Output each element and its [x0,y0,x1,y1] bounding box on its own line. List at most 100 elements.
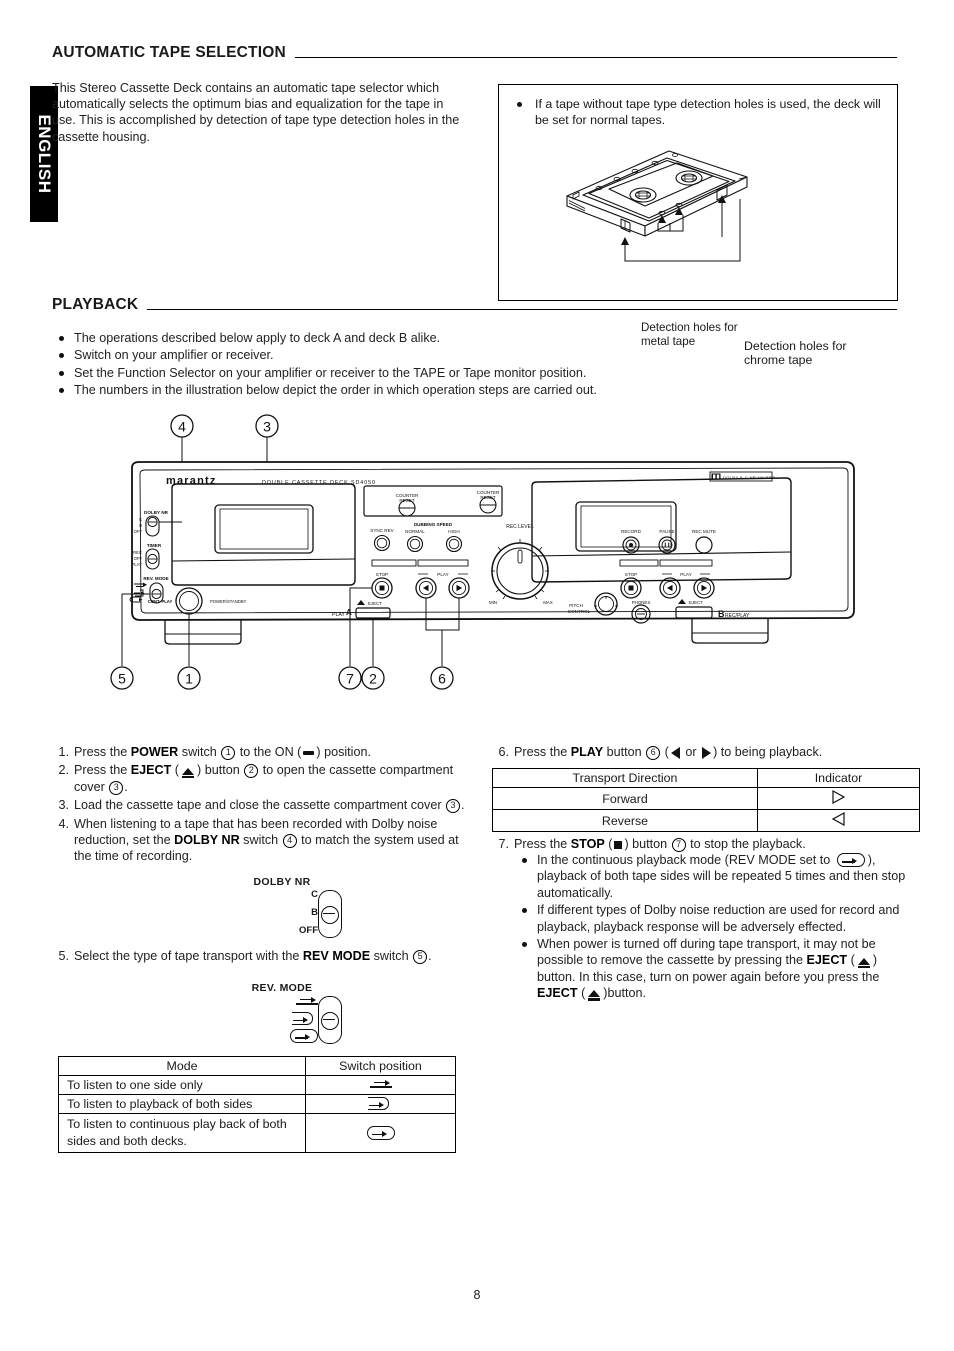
svg-text:PAUSE: PAUSE [659,529,674,534]
step-text: switch [370,949,413,963]
svg-text:REC MUTE: REC MUTE [692,529,716,534]
step-emph: EJECT [130,763,172,778]
step-number: 5. [58,949,69,963]
mode-cell: To listen to one side only [58,1075,306,1095]
detection-holes-info-box: If a tape without tape type detection ho… [498,84,898,367]
step-text: to the ON ( [236,745,302,759]
step-6: 6. Press the PLAY button 6 ( or ) to bein… [492,744,912,760]
label-chrome-holes: Detection holes for chrome tape [744,339,847,367]
manual-page: ENGLISH AUTOMATIC TAPE SELECTION This St… [0,0,954,1351]
playback-steps-left: 1. Press the POWER switch 1 to the ON () … [52,744,472,867]
step-text: ( [171,763,179,778]
one-side-icon [296,996,318,1006]
stop-icon [614,840,623,849]
note-text: )button. [603,986,647,1001]
step-text: to stop the playback. [686,837,806,851]
step-text: button [603,745,646,759]
svg-text:3: 3 [263,419,271,435]
svg-text:MAX: MAX [543,600,553,605]
info-box-bullet: If a tape without tape type detection ho… [513,96,885,128]
switch-position-cell [305,1094,456,1114]
svg-text:B: B [139,523,142,528]
step-number: 7. [498,837,509,851]
svg-text:DUBBING SPEED: DUBBING SPEED [414,522,453,527]
step-5: 5. Select the type of tape transport with… [52,948,472,964]
step-text: Select the type of tape transport with t… [74,949,303,963]
svg-text:C: C [139,517,142,522]
note-text: ( [577,986,586,1001]
column-header: Transport Direction [492,768,758,788]
position-label: C [311,889,318,900]
rev-mode-positions [290,996,318,1043]
svg-text:PITCH: PITCH [569,603,583,608]
table-row: To listen to playback of both sides [58,1094,456,1114]
table-row: Reverse [492,809,920,832]
cassette-illustration [499,133,897,263]
svg-text:PLAY: PLAY [680,572,691,577]
step-1: 1. Press the POWER switch 1 to the ON () … [52,744,472,760]
playback-notes: In the continuous playback mode (REV MOD… [515,852,915,1003]
mode-cell: To listen to playback of both sides [58,1094,306,1114]
switch-knob [321,906,339,924]
list-item: The operations described below apply to … [52,330,672,346]
eject-icon [588,990,601,1001]
transport-direction-table: Transport Direction Indicator Forward Re… [492,768,920,832]
svg-text:1: 1 [185,671,193,687]
list-item: Set the Function Selector on your amplif… [52,365,672,381]
callout-ref: 5 [413,950,428,964]
continuous-icon [290,1029,318,1043]
callout-ref: 3 [109,780,124,795]
column-header: Mode [58,1056,306,1076]
svg-text:6: 6 [438,671,446,687]
list-item: In the continuous playback mode (REV MOD… [515,852,915,901]
step-text: ) button [197,763,244,778]
language-tab-label: ENGLISH [35,114,54,194]
list-item: When power is turned off during tape tra… [515,936,915,1002]
step-text: . [461,798,465,813]
svg-text:STOP: STOP [376,572,388,577]
svg-text:DOLBY NR: DOLBY NR [144,510,169,515]
table-row: To listen to one side only [58,1075,456,1095]
table-header-row: Transport Direction Indicator [492,768,920,788]
svg-text:REC: REC [133,550,142,555]
section-heading-playback: PLAYBACK [52,296,897,314]
step-number: 1. [58,745,69,759]
svg-text:CONTROL: CONTROL [568,609,591,614]
indicator-cell [757,809,920,832]
svg-text:HIGH: HIGH [448,529,459,534]
figure-caption: DOLBY NR [253,876,311,888]
heading-rule [294,57,897,58]
callout-ref: 2 [244,764,259,779]
step-emph: POWER [130,745,179,759]
step-emph: REV MODE [302,949,371,963]
step-text: Press the [74,745,131,759]
svg-text:REV. MODE: REV. MODE [143,576,168,581]
reverse-arrow-icon [670,746,680,759]
callout-ref: 3 [446,799,461,814]
step-text: Press the [514,745,571,759]
eject-icon [857,957,870,969]
rev-mode-switch-figure: REV. MODE [222,982,342,1044]
step-text: ) button [624,837,671,851]
switch-position-cell [305,1113,456,1153]
svg-text:POWER/STANDBY: POWER/STANDBY [210,599,247,604]
svg-text:2: 2 [369,671,377,687]
note-emph: EJECT [537,986,578,1001]
step-text: ( [661,745,669,759]
switch-knob [321,1012,339,1030]
svg-text:B: B [718,609,725,619]
position-label: B [311,907,318,918]
svg-text:STOP: STOP [625,572,637,577]
step-2: 2. Press the EJECT () button 2 to open th… [52,762,472,795]
playback-step-5: 5. Select the type of tape transport with… [52,948,472,966]
table-header-row: Mode Switch position [58,1056,456,1076]
step-text: switch [178,745,221,759]
dolby-nr-positions: C B OFF [299,890,318,936]
step-number: 3. [58,798,69,813]
svg-text:OFF: OFF [134,556,143,561]
svg-text:OFF: OFF [134,529,143,534]
dolby-nr-switch-figure: DOLBY NR C B OFF [222,876,342,938]
svg-text:4: 4 [178,419,186,435]
step-number: 2. [58,763,69,778]
step-7: 7. Press the STOP () button 7 to stop the… [492,836,922,852]
